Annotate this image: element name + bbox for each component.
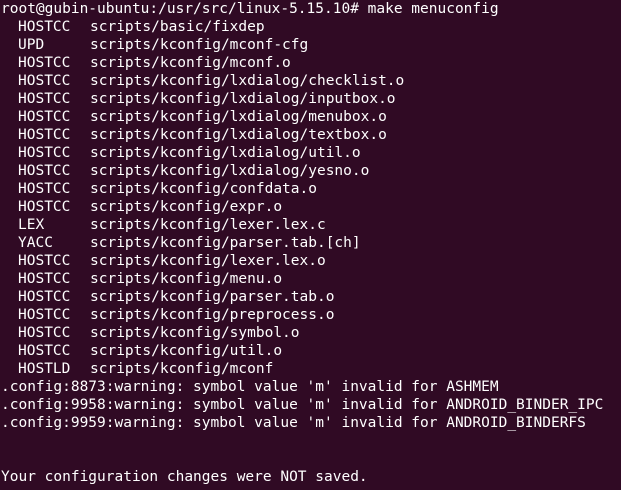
build-step-path: scripts/kconfig/expr.o bbox=[90, 199, 283, 215]
final-message: Your configuration changes were NOT save… bbox=[1, 469, 368, 485]
build-step-path: scripts/kconfig/confdata.o bbox=[90, 181, 317, 197]
build-line: HOSTCC scripts/basic/fixdep bbox=[1, 18, 621, 36]
build-line: UPD scripts/kconfig/mconf-cfg bbox=[1, 36, 621, 54]
build-step-tag: HOSTCC bbox=[18, 145, 71, 161]
build-step-tag: LEX bbox=[18, 217, 45, 233]
build-step-tag: HOSTCC bbox=[18, 163, 71, 179]
build-line: HOSTLD scripts/kconfig/mconf bbox=[1, 360, 621, 378]
build-step-path: scripts/kconfig/lxdialog/inputbox.o bbox=[90, 91, 396, 107]
build-line: HOSTCC scripts/kconfig/mconf.o bbox=[1, 54, 621, 72]
build-line: HOSTCC scripts/kconfig/lexer.lex.o bbox=[1, 252, 621, 270]
build-line: HOSTCC scripts/kconfig/lxdialog/menubox.o bbox=[1, 108, 621, 126]
terminal-window[interactable]: root@gubin-ubuntu:/usr/src/linux-5.15.10… bbox=[0, 0, 621, 490]
build-step-path: scripts/kconfig/parser.tab.[ch] bbox=[90, 235, 361, 251]
build-step-tag: HOSTCC bbox=[18, 127, 71, 143]
build-step-path: scripts/kconfig/lxdialog/util.o bbox=[90, 145, 361, 161]
build-step-path: scripts/kconfig/lxdialog/textbox.o bbox=[90, 127, 387, 143]
build-step-tag: HOSTCC bbox=[18, 91, 71, 107]
build-step-tag: HOSTCC bbox=[18, 307, 71, 323]
build-line: HOSTCC scripts/kconfig/util.o bbox=[1, 342, 621, 360]
build-step-tag: HOSTLD bbox=[18, 361, 71, 377]
build-step-path: scripts/basic/fixdep bbox=[90, 19, 265, 35]
build-step-path: scripts/kconfig/preprocess.o bbox=[90, 307, 335, 323]
build-step-tag: HOSTCC bbox=[18, 109, 71, 125]
build-step-path: scripts/kconfig/lxdialog/checklist.o bbox=[90, 73, 405, 89]
build-step-path: scripts/kconfig/lxdialog/yesno.o bbox=[90, 163, 370, 179]
build-step-path: scripts/kconfig/util.o bbox=[90, 343, 283, 359]
build-step-tag: HOSTCC bbox=[18, 325, 71, 341]
build-line: HOSTCC scripts/kconfig/expr.o bbox=[1, 198, 621, 216]
build-step-path: scripts/kconfig/lexer.lex.o bbox=[90, 253, 326, 269]
build-step-tag: HOSTCC bbox=[18, 253, 71, 269]
build-line: HOSTCC scripts/kconfig/preprocess.o bbox=[1, 306, 621, 324]
build-output: HOSTCC scripts/basic/fixdep UPD scripts/kco… bbox=[1, 18, 621, 378]
build-line: HOSTCC scripts/kconfig/lxdialog/util.o bbox=[1, 144, 621, 162]
build-line: LEX scripts/kconfig/lexer.lex.c bbox=[1, 216, 621, 234]
build-step-path: scripts/kconfig/mconf.o bbox=[90, 55, 291, 71]
build-step-tag: HOSTCC bbox=[18, 55, 71, 71]
build-line: HOSTCC scripts/kconfig/symbol.o bbox=[1, 324, 621, 342]
warning-line: .config:8873:warning: symbol value 'm' i… bbox=[1, 379, 499, 395]
build-step-path: scripts/kconfig/lexer.lex.c bbox=[90, 217, 326, 233]
build-step-tag: HOSTCC bbox=[18, 289, 71, 305]
warning-line: .config:9958:warning: symbol value 'm' i… bbox=[1, 397, 604, 413]
build-step-path: scripts/kconfig/lxdialog/menubox.o bbox=[90, 109, 387, 125]
build-step-path: scripts/kconfig/menu.o bbox=[90, 271, 283, 287]
build-step-tag: HOSTCC bbox=[18, 181, 71, 197]
build-line: HOSTCC scripts/kconfig/menu.o bbox=[1, 270, 621, 288]
build-line: HOSTCC scripts/kconfig/lxdialog/textbox.o bbox=[1, 126, 621, 144]
build-step-path: scripts/kconfig/mconf-cfg bbox=[90, 37, 309, 53]
build-line: YACC scripts/kconfig/parser.tab.[ch] bbox=[1, 234, 621, 252]
build-line: HOSTCC scripts/kconfig/confdata.o bbox=[1, 180, 621, 198]
build-line: HOSTCC scripts/kconfig/lxdialog/checklist… bbox=[1, 72, 621, 90]
build-line: HOSTCC scripts/kconfig/lxdialog/inputbox.… bbox=[1, 90, 621, 108]
build-step-path: scripts/kconfig/parser.tab.o bbox=[90, 289, 335, 305]
build-line: HOSTCC scripts/kconfig/parser.tab.o bbox=[1, 288, 621, 306]
warning-output: .config:8873:warning: symbol value 'm' i… bbox=[1, 378, 621, 432]
build-step-path: scripts/kconfig/mconf bbox=[90, 361, 274, 377]
build-step-path: scripts/kconfig/symbol.o bbox=[90, 325, 300, 341]
warning-line: .config:9959:warning: symbol value 'm' i… bbox=[1, 415, 586, 431]
build-step-tag: HOSTCC bbox=[18, 73, 71, 89]
build-step-tag: YACC bbox=[18, 235, 53, 251]
prompt-line: root@gubin-ubuntu:/usr/src/linux-5.15.10… bbox=[1, 1, 499, 17]
build-step-tag: HOSTCC bbox=[18, 199, 71, 215]
build-step-tag: HOSTCC bbox=[18, 19, 71, 35]
build-line: HOSTCC scripts/kconfig/lxdialog/yesno.o bbox=[1, 162, 621, 180]
build-step-tag: UPD bbox=[18, 37, 45, 53]
build-step-tag: HOSTCC bbox=[18, 343, 71, 359]
build-step-tag: HOSTCC bbox=[18, 271, 71, 287]
